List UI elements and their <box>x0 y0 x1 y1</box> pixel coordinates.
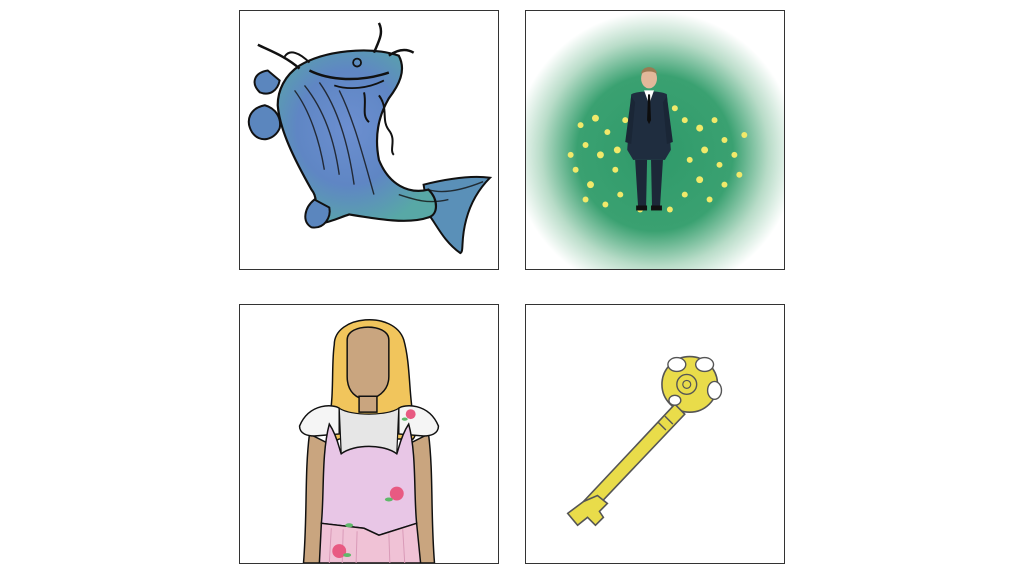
man-meadow-panel <box>525 10 785 270</box>
catfish-icon <box>247 22 493 255</box>
girl-in-dress-icon <box>298 318 440 563</box>
key-panel <box>525 304 785 564</box>
girl-panel <box>239 304 499 564</box>
man-in-suit-icon <box>526 11 784 269</box>
skeleton-key-icon <box>566 355 723 527</box>
catfish-panel <box>239 10 499 270</box>
